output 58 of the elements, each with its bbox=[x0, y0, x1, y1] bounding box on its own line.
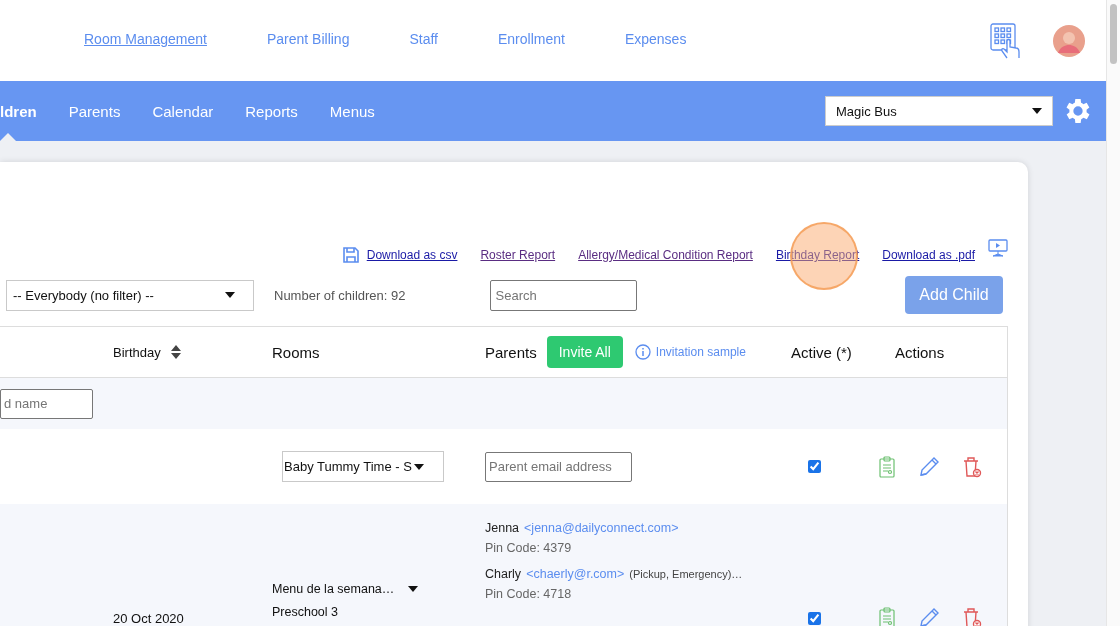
nav-tab[interactable]: Menus bbox=[313, 81, 391, 141]
pin-code: Pin Code: 4718 bbox=[485, 587, 573, 601]
caret-icon bbox=[413, 463, 424, 470]
invite-all-button[interactable]: Invite All bbox=[546, 336, 623, 368]
save-icon bbox=[342, 247, 359, 263]
nav-tab[interactable]: Parents bbox=[52, 81, 137, 141]
active-checkbox[interactable] bbox=[808, 612, 821, 625]
name-filter-field[interactable]: d name bbox=[0, 388, 93, 419]
parent-email-link[interactable]: <chaerly@r.com> bbox=[526, 567, 625, 581]
parent-email-link[interactable]: <jenna@dailyconnect.com> bbox=[524, 521, 679, 535]
parent-name: Jenna bbox=[485, 521, 520, 535]
active-checkbox[interactable] bbox=[808, 460, 821, 473]
nav-link[interactable]: Parent Billing bbox=[266, 30, 350, 47]
report-link[interactable]: Roster Report bbox=[480, 248, 556, 262]
column-header: Parents bbox=[485, 343, 537, 361]
add-child-button[interactable]: Add Child bbox=[905, 276, 1003, 314]
menu-select[interactable]: Menu de la semana… bbox=[272, 582, 485, 596]
pencil-icon[interactable] bbox=[918, 455, 940, 478]
scrollbar-thumb[interactable] bbox=[1110, 4, 1117, 64]
clipboard-icon[interactable] bbox=[878, 455, 896, 478]
nav-link[interactable]: Enrollment bbox=[498, 30, 565, 47]
column-header: Active (*) bbox=[791, 343, 852, 361]
report-link[interactable]: Download as csv bbox=[366, 248, 458, 262]
caret-icon bbox=[225, 292, 235, 298]
pencil-icon[interactable] bbox=[918, 607, 940, 626]
nav-link[interactable]: Expenses bbox=[624, 30, 687, 47]
trash-icon[interactable] bbox=[962, 455, 982, 478]
nav-link[interactable]: Staff bbox=[409, 30, 438, 47]
parent-email-field[interactable]: Parent email address bbox=[485, 451, 632, 482]
clipboard-icon[interactable] bbox=[878, 607, 896, 626]
children-count: Number of children: 92 bbox=[274, 287, 406, 303]
nav-tab[interactable]: Reports bbox=[229, 81, 314, 141]
report-link[interactable]: Download as .pdf bbox=[882, 248, 975, 262]
avatar[interactable] bbox=[1053, 24, 1085, 57]
nav-tab[interactable]: ldren bbox=[0, 81, 53, 141]
caret-icon bbox=[408, 586, 419, 592]
pin-code: Pin Code: 4379 bbox=[485, 541, 573, 555]
column-header[interactable]: Birthday bbox=[113, 344, 161, 360]
filter-select[interactable]: -- Everybody (no filter) -- bbox=[6, 279, 254, 311]
column-header: Actions bbox=[895, 343, 945, 361]
room-select[interactable]: Baby Tummy Time - S bbox=[282, 451, 444, 482]
sort-icon[interactable] bbox=[170, 345, 181, 359]
trash-icon[interactable] bbox=[962, 607, 982, 626]
report-link[interactable]: Allergy/Medical Condition Report bbox=[578, 248, 753, 262]
nav-tab[interactable]: Calendar bbox=[136, 81, 230, 141]
search-field[interactable]: Search bbox=[489, 279, 637, 311]
nav-link[interactable]: Room Management bbox=[84, 30, 207, 47]
presentation-icon[interactable] bbox=[988, 239, 1008, 257]
parent-name: Charly bbox=[485, 567, 522, 581]
caret-icon bbox=[1032, 108, 1042, 114]
info-icon bbox=[634, 344, 651, 360]
center-select[interactable]: Magic Bus bbox=[825, 96, 1053, 126]
birthday: 20 Oct 2020 bbox=[113, 611, 185, 626]
keypad-hand-icon[interactable] bbox=[990, 22, 1022, 59]
room-name: Preschool 3 bbox=[272, 605, 339, 619]
invitation-sample-link[interactable]: Invitation sample bbox=[634, 344, 746, 360]
column-header: Rooms bbox=[272, 343, 320, 361]
parent-roles: (Pickup, Emergency)… bbox=[629, 568, 743, 580]
